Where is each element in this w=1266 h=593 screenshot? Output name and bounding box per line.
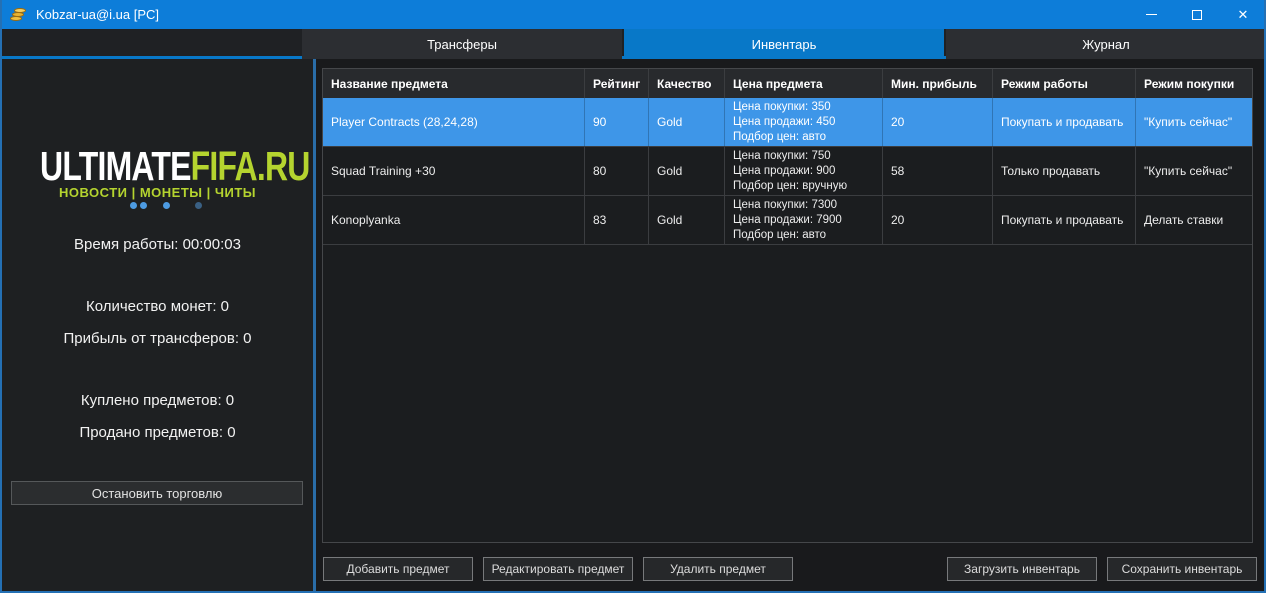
stop-trading-button[interactable]: Остановить торговлю [11, 481, 303, 505]
price-buy: Цена покупки: 7300 [733, 198, 837, 213]
stat-coins: Количество монет: 0 [2, 298, 313, 315]
price-sell: Цена продажи: 450 [733, 115, 835, 130]
cell-min-profit: 20 [883, 98, 993, 146]
minimize-button[interactable] [1128, 0, 1174, 29]
cell-price: Цена покупки: 7300 Цена продажи: 7900 По… [725, 196, 883, 244]
price-buy: Цена покупки: 750 [733, 149, 831, 164]
tab-label: Инвентарь [752, 37, 817, 52]
window-title: Kobzar-ua@i.ua [PC] [36, 7, 159, 22]
close-icon: ✕ [1238, 7, 1249, 23]
tab-label: Журнал [1082, 37, 1129, 52]
column-header-price[interactable]: Цена предмета [725, 69, 883, 98]
dot-icon [195, 202, 202, 209]
close-button[interactable]: ✕ [1220, 0, 1266, 29]
coins-app-icon [10, 7, 28, 23]
stat-uptime: Время работы: 00:00:03 [2, 236, 313, 253]
column-header-work-mode[interactable]: Режим работы [993, 69, 1136, 98]
cell-rating: 80 [585, 147, 649, 195]
dot-icon [140, 202, 147, 209]
cell-min-profit: 20 [883, 196, 993, 244]
cell-name: Player Contracts (28,24,28) [323, 98, 585, 146]
cell-price: Цена покупки: 750 Цена продажи: 900 Подб… [725, 147, 883, 195]
price-sell: Цена продажи: 7900 [733, 213, 842, 228]
cell-price: Цена покупки: 350 Цена продажи: 450 Подб… [725, 98, 883, 146]
stat-transfer-profit: Прибыль от трансферов: 0 [2, 330, 313, 347]
cell-buy-mode: "Купить сейчас" [1136, 98, 1252, 146]
stat-items-bought: Куплено предметов: 0 [2, 392, 313, 409]
stat-items-sold: Продано предметов: 0 [2, 424, 313, 441]
dot-icon [163, 202, 170, 209]
tab-journal[interactable]: Журнал [946, 29, 1266, 59]
price-mode: Подбор цен: вручную [733, 179, 847, 194]
cell-quality: Gold [649, 196, 725, 244]
cell-quality: Gold [649, 147, 725, 195]
cell-buy-mode: "Купить сейчас" [1136, 147, 1252, 195]
carousel-dots [130, 202, 210, 210]
tab-transfers[interactable]: Трансферы [302, 29, 622, 59]
cell-name: Squad Training +30 [323, 147, 585, 195]
cell-work-mode: Покупать и продавать [993, 98, 1136, 146]
column-header-buy-mode[interactable]: Режим покупки [1136, 69, 1252, 98]
cell-work-mode: Покупать и продавать [993, 196, 1136, 244]
table-row[interactable]: Konoplyanka 83 Gold Цена покупки: 7300 Ц… [323, 196, 1252, 245]
cell-rating: 90 [585, 98, 649, 146]
main-panel: Название предмета Рейтинг Качество Цена … [316, 59, 1264, 591]
cell-min-profit: 58 [883, 147, 993, 195]
minimize-icon [1146, 14, 1157, 15]
cell-rating: 83 [585, 196, 649, 244]
app-window: Kobzar-ua@i.ua [PC] ✕ Трансферы Инвентар… [0, 0, 1266, 593]
logo-text-ultimate: ULTIMATE [40, 143, 191, 189]
inventory-table: Название предмета Рейтинг Качество Цена … [322, 68, 1253, 543]
logo-subtitle: НОВОСТИ | МОНЕТЫ | ЧИТЫ [2, 185, 313, 200]
dot-icon [130, 202, 137, 209]
logo-text-fifaru: FIFA.RU [191, 143, 310, 189]
window-controls: ✕ [1128, 0, 1266, 29]
price-mode: Подбор цен: авто [733, 228, 826, 243]
tab-strip: Трансферы Инвентарь Журнал [0, 29, 1266, 59]
save-inventory-button[interactable]: Сохранить инвентарь [1107, 557, 1257, 581]
column-header-min-profit[interactable]: Мин. прибыль [883, 69, 993, 98]
cell-buy-mode: Делать ставки [1136, 196, 1252, 244]
tab-label: Трансферы [427, 37, 497, 52]
price-buy: Цена покупки: 350 [733, 100, 831, 115]
price-sell: Цена продажи: 900 [733, 164, 835, 179]
tab-inventory[interactable]: Инвентарь [624, 29, 944, 59]
coin-icon [14, 8, 26, 13]
table-row[interactable]: Squad Training +30 80 Gold Цена покупки:… [323, 147, 1252, 196]
cell-name: Konoplyanka [323, 196, 585, 244]
column-header-quality[interactable]: Качество [649, 69, 725, 98]
title-bar: Kobzar-ua@i.ua [PC] ✕ [0, 0, 1266, 29]
table-header: Название предмета Рейтинг Качество Цена … [323, 69, 1252, 98]
column-header-rating[interactable]: Рейтинг [585, 69, 649, 98]
logo: ULTIMATEFIFA.RU [2, 143, 313, 190]
add-item-button[interactable]: Добавить предмет [323, 557, 473, 581]
load-inventory-button[interactable]: Загрузить инвентарь [947, 557, 1097, 581]
price-mode: Подбор цен: авто [733, 130, 826, 145]
delete-item-button[interactable]: Удалить предмет [643, 557, 793, 581]
maximize-button[interactable] [1174, 0, 1220, 29]
cell-work-mode: Только продавать [993, 147, 1136, 195]
edit-item-button[interactable]: Редактировать предмет [483, 557, 633, 581]
table-row[interactable]: Player Contracts (28,24,28) 90 Gold Цена… [323, 98, 1252, 147]
cell-quality: Gold [649, 98, 725, 146]
tabs: Трансферы Инвентарь Журнал [302, 29, 1266, 59]
column-header-name[interactable]: Название предмета [323, 69, 585, 98]
sidebar: ULTIMATEFIFA.RU НОВОСТИ | МОНЕТЫ | ЧИТЫ … [2, 59, 313, 591]
maximize-icon [1192, 10, 1202, 20]
